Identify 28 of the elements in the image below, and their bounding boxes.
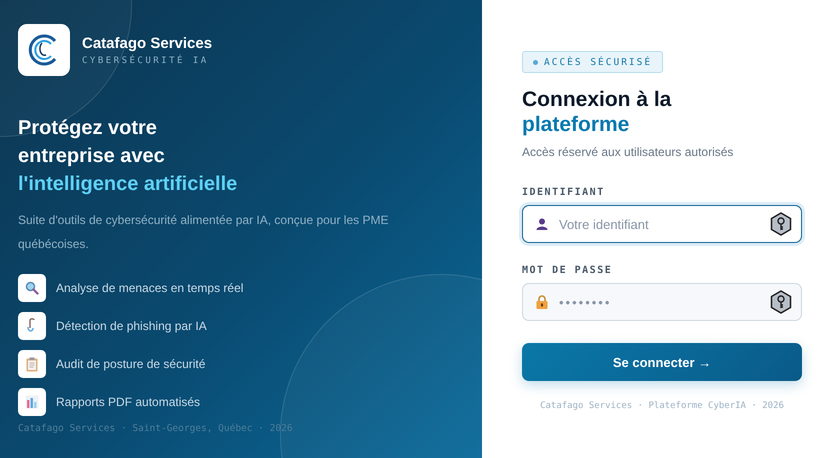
login-button[interactable]: Se connecter → [522,343,802,381]
padlock-icon [536,295,548,309]
feature-label: Détection de phishing par IA [56,319,207,333]
key-icon[interactable] [770,290,792,314]
login-subtitle: Accès réservé aux utilisateurs autorisés [522,145,734,159]
field-label: IDENTIFIANT [522,187,606,198]
headline-line: entreprise avec [18,144,166,169]
description: Suite d'outils de cybersécurité alimentée par IA, conçue pour les PME québécoises. [18,212,390,253]
key-icon[interactable] [770,212,792,236]
footer-text: Catafago Services · Saint-Georges, Québec · 2026 [18,423,293,434]
feature-label: Audit de posture de sécurité [56,357,206,371]
feature-label: Analyse de menaces en temps réel [56,281,244,295]
clipboard-icon [26,356,38,372]
brand-tagline: CYBERSÉCURITÉ IA [82,56,210,66]
bar-chart-icon [25,395,39,409]
headline-accent: l'intelligence artificielle [18,172,238,197]
secure-access-badge: ACCÈS SÉCURISÉ [522,51,664,73]
user-icon [536,218,548,230]
login-title-accent: plateforme [522,112,630,137]
footer-text: Catafago Services · Plateforme CyberIA · 2026 [539,401,785,411]
input-field[interactable]: Votre identifiant [522,205,802,243]
magnifier-icon [25,281,39,295]
login-title: Connexion à la [522,87,672,112]
field-label: MOT DE PASSE [522,265,614,276]
brand-name: Catafago Services [82,34,212,52]
feature-label: Rapports PDF automatisés [56,395,200,409]
password-field[interactable]: •••••••• [522,283,802,321]
headline-line: Protégez votre [18,116,158,141]
